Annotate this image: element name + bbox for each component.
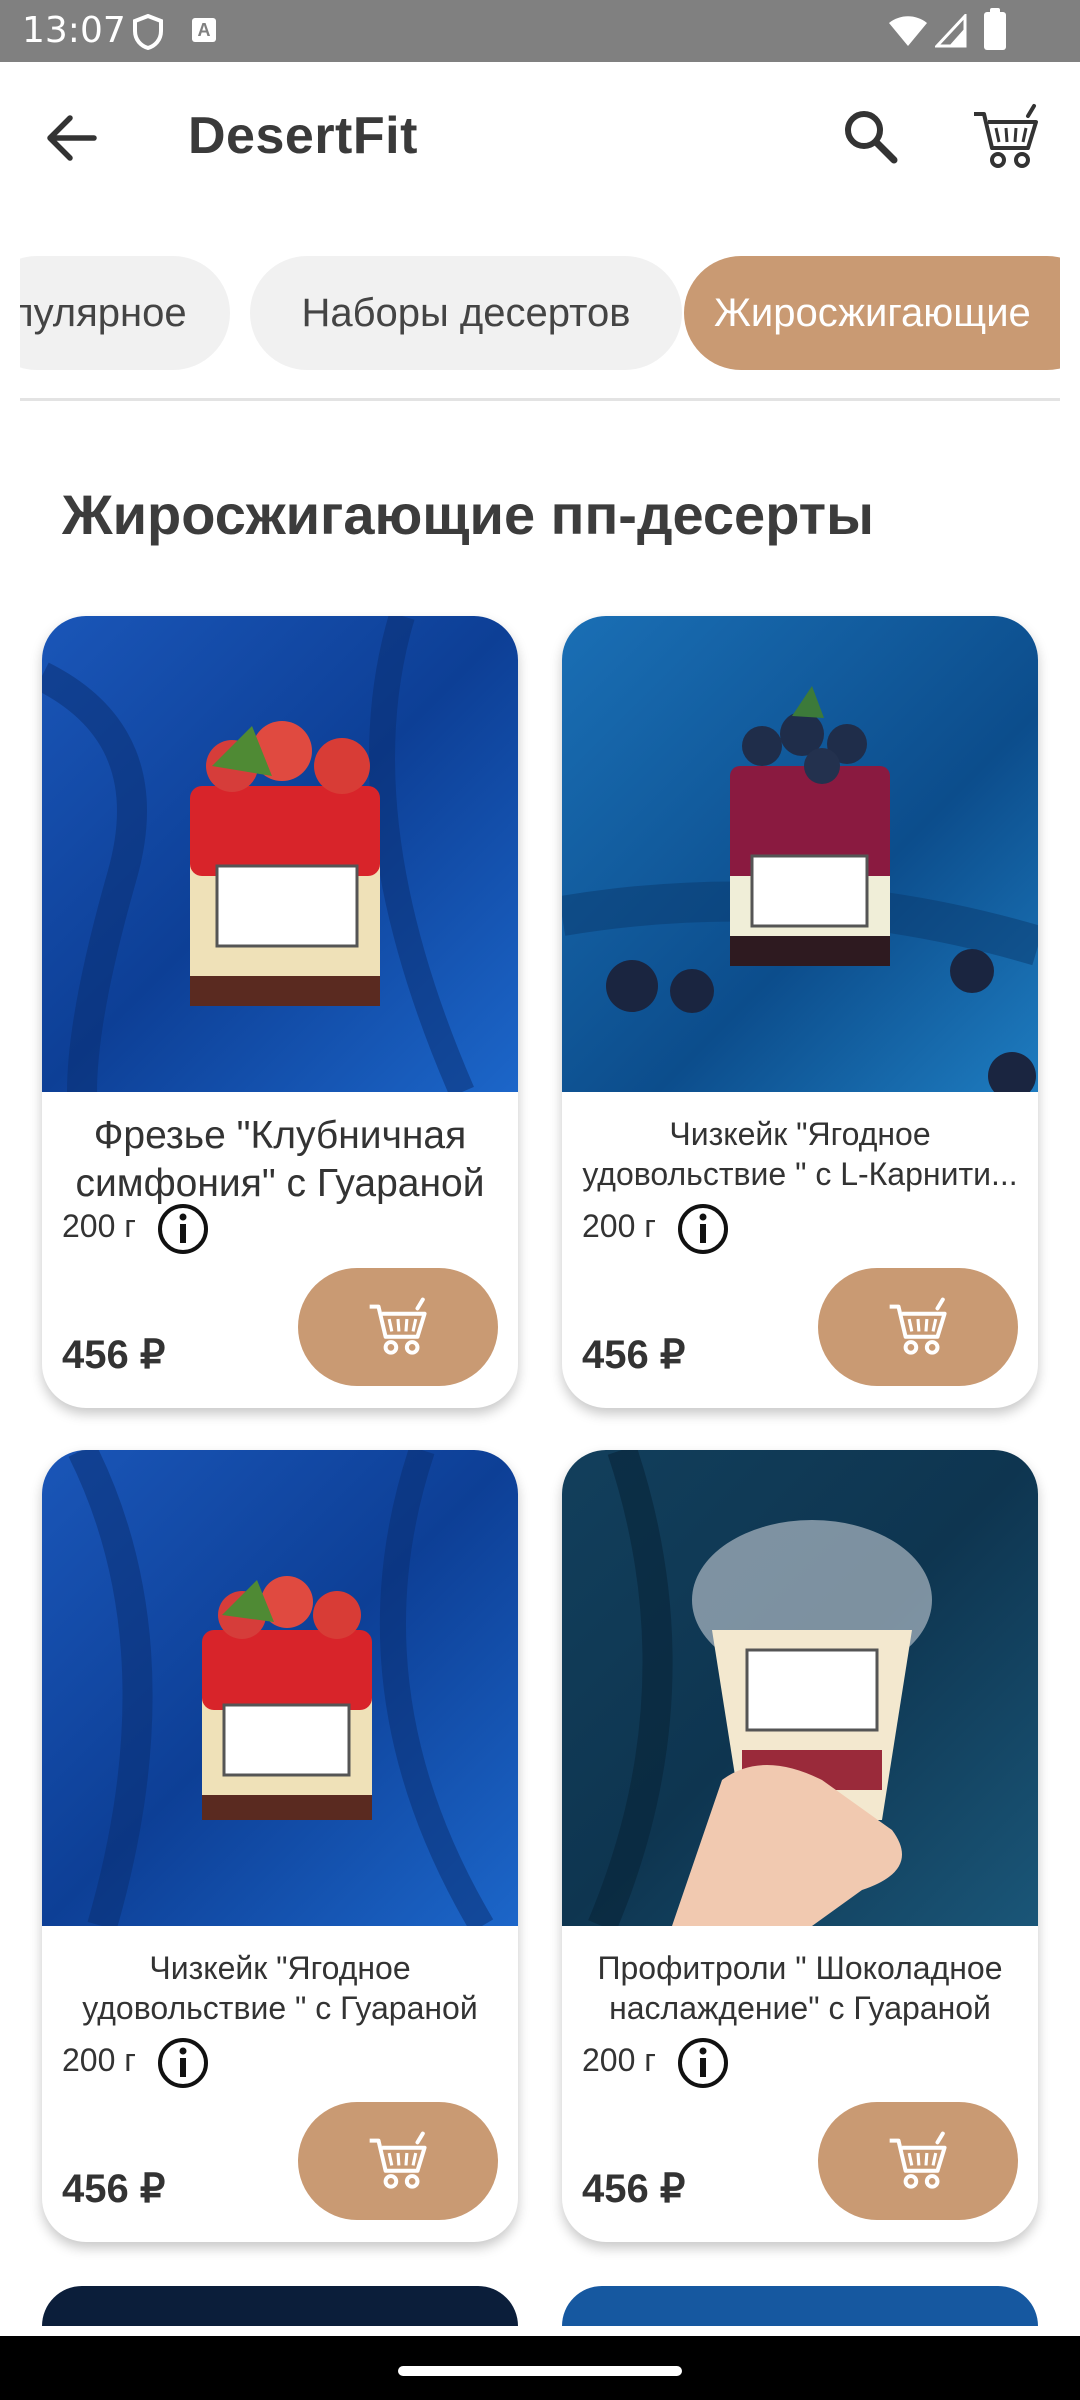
product-card[interactable]: Профитроли " Шоколадное наслаждение" с Г… — [562, 1450, 1038, 2242]
app-bar: DesertFit — [0, 62, 1080, 212]
product-image[interactable] — [42, 616, 518, 1092]
add-to-cart-button[interactable] — [818, 1268, 1018, 1386]
product-price: 456 ₽ — [62, 1333, 166, 1377]
product-name: Чизкейк "Ягодное удовольствие " с L-Карн… — [578, 1114, 1022, 1194]
battery-icon — [984, 8, 1006, 50]
product-name: Чизкейк "Ягодное удовольствие " с Гуаран… — [58, 1948, 502, 2028]
product-weight: 200 г — [62, 2042, 136, 2078]
product-name-line-2: наслаждение" с Гуараной — [609, 1990, 991, 2026]
chip-dessert-sets[interactable]: Наборы десертов — [250, 256, 682, 370]
product-price: 456 ₽ — [582, 2167, 686, 2211]
product-card-partial[interactable] — [42, 2286, 518, 2326]
signal-icon — [935, 14, 967, 48]
product-card-partial[interactable] — [562, 2286, 1038, 2326]
product-card[interactable]: Чизкейк "Ягодное удовольствие " с L-Карн… — [562, 616, 1038, 1408]
product-name-line-2: удовольствие " с L-Карнити... — [582, 1156, 1018, 1192]
info-icon[interactable] — [156, 2036, 210, 2090]
status-time: 13:07 — [22, 10, 126, 51]
product-price: 456 ₽ — [62, 2167, 166, 2211]
chip-popular[interactable]: пулярное — [20, 256, 230, 370]
product-weight: 200 г — [62, 1208, 136, 1244]
navigation-bar — [0, 2336, 1080, 2400]
cart-icon — [369, 2131, 427, 2189]
wifi-icon — [889, 16, 927, 46]
info-icon[interactable] — [156, 1202, 210, 1256]
add-to-cart-button[interactable] — [818, 2102, 1018, 2220]
search-icon[interactable] — [838, 104, 902, 168]
category-chips: пулярное Наборы десертов Жиросжигающие — [20, 252, 1060, 374]
product-card[interactable]: Чизкейк "Ягодное удовольствие " с Гуаран… — [42, 1450, 518, 2242]
product-price: 456 ₽ — [582, 1333, 686, 1377]
product-name-line-1: Чизкейк "Ягодное — [669, 1116, 931, 1152]
product-name-line-1: Чизкейк "Ягодное — [149, 1950, 411, 1986]
cart-icon — [369, 1297, 427, 1355]
cart-icon — [889, 1297, 947, 1355]
product-image[interactable] — [42, 1450, 518, 1926]
keyboard-badge-icon: A — [192, 18, 216, 42]
product-weight: 200 г — [582, 1208, 656, 1244]
back-arrow-icon[interactable] — [38, 104, 106, 172]
product-name-line-2: удовольствие " с Гуараной — [82, 1990, 478, 2026]
product-weight: 200 г — [582, 2042, 656, 2078]
product-name-line-1: Профитроли " Шоколадное — [597, 1950, 1003, 1986]
add-to-cart-button[interactable] — [298, 1268, 498, 1386]
shield-icon — [133, 14, 163, 50]
cart-icon — [889, 2131, 947, 2189]
add-to-cart-button[interactable] — [298, 2102, 498, 2220]
status-bar: 13:07 A — [0, 0, 1080, 62]
product-name: Профитроли " Шоколадное наслаждение" с Г… — [578, 1948, 1022, 2028]
product-card[interactable]: Фрезье "Клубничная симфония" с Гуараной … — [42, 616, 518, 1408]
chips-divider — [20, 398, 1060, 401]
info-icon[interactable] — [676, 1202, 730, 1256]
chip-fat-burning[interactable]: Жиросжигающие — [684, 256, 1060, 370]
product-image[interactable] — [562, 616, 1038, 1092]
info-icon[interactable] — [676, 2036, 730, 2090]
section-title: Жиросжигающие пп-десерты — [62, 483, 874, 546]
app-title: DesertFit — [188, 107, 418, 165]
cart-icon[interactable] — [970, 102, 1042, 172]
product-name: Фрезье "Клубничная симфония" с Гуараной — [75, 1114, 485, 1205]
product-image[interactable] — [562, 1450, 1038, 1926]
home-gesture-handle[interactable] — [398, 2366, 682, 2376]
